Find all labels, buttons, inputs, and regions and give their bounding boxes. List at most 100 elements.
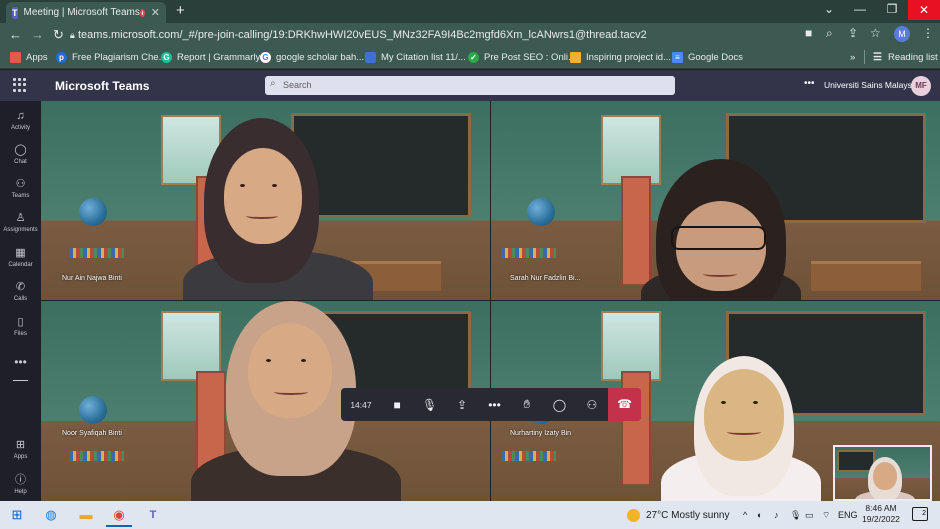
tray-mic-icon[interactable]: 🎙︎: [790, 510, 801, 521]
participants-icon: ⚇: [586, 397, 598, 412]
minimize-icon[interactable]: —: [845, 2, 875, 16]
chrome-icon[interactable]: ◉: [110, 506, 128, 524]
search-icon: ⌕: [270, 78, 276, 89]
raise-hand-button[interactable]: ✋︎: [511, 397, 543, 412]
battery-icon[interactable]: ▭: [805, 510, 814, 521]
microphone-icon: 🎙︎: [422, 397, 438, 412]
lock-icon[interactable]: 🔒︎: [70, 30, 75, 41]
share-button[interactable]: ⇪: [446, 398, 478, 412]
bookmark-google-docs[interactable]: ≡ Google Docs: [672, 52, 743, 63]
rail-chat[interactable]: ◯ Chat: [0, 144, 41, 165]
share-screen-icon: ⇪: [457, 397, 468, 412]
assignments-icon: ♙: [15, 212, 26, 224]
camera-permission-icon[interactable]: ■: [805, 26, 812, 40]
edge-browser-icon[interactable]: ◍: [42, 506, 60, 524]
language-indicator[interactable]: ENG: [838, 510, 858, 520]
zoom-icon[interactable]: ⌕: [826, 26, 833, 41]
bookmark-prepostseo[interactable]: ✓ Pre Post SEO : Onli...: [468, 52, 576, 63]
app-launcher-icon[interactable]: [13, 78, 27, 92]
hidden-icons-chevron-icon[interactable]: ^: [743, 510, 747, 520]
camera-button[interactable]: ■: [381, 398, 413, 412]
share-icon[interactable]: ⇪: [848, 26, 858, 40]
notification-center-icon[interactable]: 2: [912, 507, 928, 521]
user-avatar[interactable]: MF: [911, 76, 931, 96]
bookmarks-overflow-icon[interactable]: »: [850, 52, 855, 63]
bookmark-grammarly[interactable]: G Report | Grammarly: [161, 52, 260, 63]
bookmark-apps[interactable]: Apps: [10, 52, 48, 63]
teams-favicon-icon: T: [12, 6, 18, 19]
restore-icon[interactable]: ❐: [877, 2, 907, 16]
file-explorer-icon[interactable]: ▬: [77, 506, 95, 524]
tab-search-icon[interactable]: ⌄: [814, 2, 844, 16]
camera-icon: ■: [393, 397, 401, 412]
tab-close-icon[interactable]: ✕: [151, 6, 160, 19]
rail-files[interactable]: ▯ Files: [0, 316, 41, 337]
network-icon[interactable]: ⌔: [822, 510, 830, 521]
mic-button[interactable]: 🎙︎: [413, 398, 445, 412]
more-button[interactable]: •••: [478, 398, 510, 412]
teams-icon: ⚇: [15, 178, 26, 190]
reload-icon[interactable]: ↻: [53, 27, 64, 43]
rail-help[interactable]: ⓘ Help: [0, 474, 41, 495]
active-app-indicator: [106, 525, 132, 527]
google-icon: G: [260, 52, 271, 63]
new-tab-button[interactable]: +: [176, 2, 185, 19]
files-icon: ▯: [17, 316, 24, 328]
settings-more-icon[interactable]: •••: [804, 78, 815, 89]
participant-name: Noor Syafiqah Binti: [62, 430, 122, 437]
clock-date: 19/2/2022: [862, 514, 900, 524]
app-name: Microsoft Teams: [55, 79, 150, 93]
weather-widget[interactable]: 27°C Mostly sunny: [646, 510, 729, 521]
back-icon[interactable]: ←: [9, 27, 22, 42]
participant-name: Nur Ain Najwa Binti: [62, 275, 122, 282]
apps-icon: ⊞: [15, 439, 26, 451]
address-bar[interactable]: teams.microsoft.com/_#/pre-join-calling/…: [78, 27, 798, 44]
forward-icon[interactable]: →: [31, 27, 44, 42]
bookmark-inspiring-project[interactable]: Inspiring project id...: [570, 52, 671, 63]
tab-title: Meeting | Microsoft Teams: [23, 7, 140, 18]
more-icon: •••: [488, 397, 501, 412]
participant-video-tile[interactable]: Nur Ain Najwa Binti: [41, 101, 490, 300]
bookmark-star-icon[interactable]: ☆: [870, 26, 881, 40]
search-input[interactable]: Search: [265, 76, 675, 95]
participant-name: Nurhartiny Izaty Bin: [510, 430, 572, 437]
chat-button[interactable]: ◯: [543, 398, 575, 412]
rail-assignments[interactable]: ♙ Assignments: [0, 212, 41, 233]
rail-divider: [13, 380, 28, 381]
organization-name[interactable]: Universiti Sains Malaysia: [824, 80, 918, 90]
profile-avatar[interactable]: M: [894, 26, 910, 42]
bookmarks-divider: [864, 50, 865, 64]
raise-hand-icon: ✋︎: [523, 397, 531, 411]
participant-video-tile[interactable]: Sarah Nur Fadzlin Bi...: [491, 101, 940, 300]
browser-tab[interactable]: T Meeting | Microsoft Teams ✕: [6, 2, 166, 23]
volume-icon[interactable]: ♪: [774, 510, 779, 520]
bookmark-plagiarism[interactable]: p Free Plagiarism Che...: [56, 52, 167, 63]
window-close-icon[interactable]: ✕: [908, 0, 940, 20]
rail-more-icon[interactable]: •••: [0, 355, 41, 369]
browser-menu-icon[interactable]: ⋮: [922, 26, 934, 40]
apps-grid-icon: [10, 52, 21, 63]
calendar-icon: ▦: [15, 247, 26, 259]
citation-icon: [365, 52, 376, 63]
participants-button[interactable]: ⚇: [576, 398, 608, 412]
glasses: [671, 226, 766, 250]
plagiarism-icon: p: [56, 52, 67, 63]
rail-activity[interactable]: ♫ Activity: [0, 110, 41, 131]
project-icon: [570, 52, 581, 63]
teams-taskbar-icon[interactable]: T: [144, 506, 162, 524]
meet-now-icon[interactable]: ◐: [757, 510, 762, 520]
bookmark-google-scholar[interactable]: Ggoogle scholar bah...: [260, 52, 364, 63]
bookmark-citation[interactable]: My Citation list 11/...: [365, 52, 466, 63]
rail-teams[interactable]: ⚇ Teams: [0, 178, 41, 199]
hang-up-button[interactable]: ☎︎: [608, 388, 642, 421]
participant-name: Sarah Nur Fadzlin Bi...: [510, 275, 581, 282]
rail-calls[interactable]: ✆ Calls: [0, 281, 41, 302]
rail-calendar[interactable]: ▦ Calendar: [0, 247, 41, 268]
taskbar-clock[interactable]: 8:46 AM 19/2/2022: [858, 503, 904, 525]
self-preview-video[interactable]: [833, 445, 932, 501]
rail-apps[interactable]: ⊞ Apps: [0, 439, 41, 460]
clock-time: 8:46 AM: [865, 503, 897, 513]
reading-list[interactable]: ☰ Reading list: [872, 52, 938, 63]
phone-icon: ✆: [15, 281, 26, 293]
windows-start-icon[interactable]: ⊞: [8, 506, 26, 524]
